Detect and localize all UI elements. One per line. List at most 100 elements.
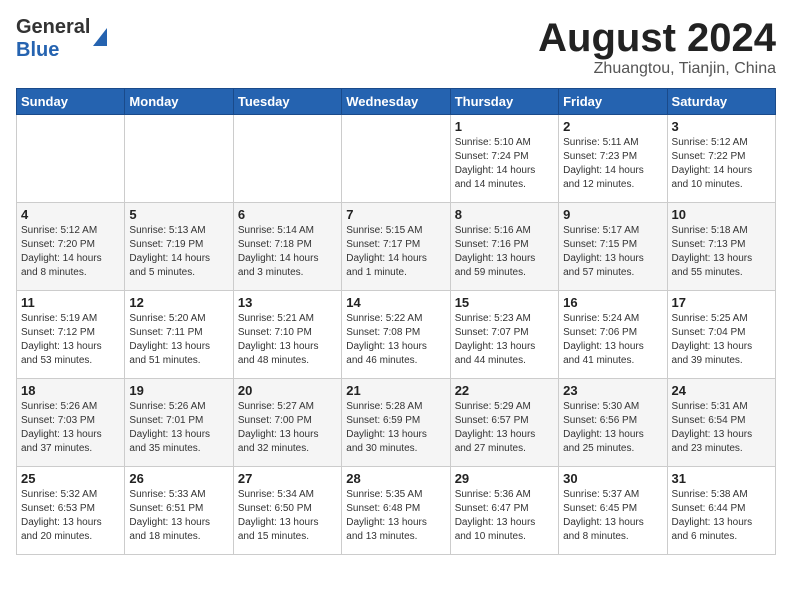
day-number: 10 bbox=[672, 207, 771, 222]
day-cell bbox=[233, 115, 341, 203]
calendar-table: SundayMondayTuesdayWednesdayThursdayFrid… bbox=[16, 88, 776, 555]
day-cell: 5 Sunrise: 5:13 AMSunset: 7:19 PMDaylight… bbox=[125, 203, 233, 291]
day-cell: 2Sunrise: 5:11 AMSunset: 7:23 PMDaylight… bbox=[559, 115, 667, 203]
day-number: 20 bbox=[238, 383, 337, 398]
day-number: 16 bbox=[563, 295, 662, 310]
calendar-header: SundayMondayTuesdayWednesdayThursdayFrid… bbox=[17, 89, 776, 115]
day-number: 26 bbox=[129, 471, 228, 486]
day-cell: 16 Sunrise: 5:24 AMSunset: 7:06 PMDayligh… bbox=[559, 291, 667, 379]
day-info: Sunrise: 5:26 AMSunset: 7:03 PMDaylight:… bbox=[21, 400, 120, 456]
day-info: Sunrise: 5:37 AMSunset: 6:45 PMDaylight:… bbox=[563, 488, 662, 544]
day-cell: 10 Sunrise: 5:18 AMSunset: 7:13 PMDayligh… bbox=[667, 203, 775, 291]
day-cell: 22 Sunrise: 5:29 AMSunset: 6:57 PMDayligh… bbox=[450, 379, 558, 467]
day-info: Sunrise: 5:19 AMSunset: 7:12 PMDaylight:… bbox=[21, 312, 120, 368]
day-number: 14 bbox=[346, 295, 445, 310]
day-info: Sunrise: 5:31 AMSunset: 6:54 PMDaylight:… bbox=[672, 400, 771, 456]
day-cell: 28 Sunrise: 5:35 AMSunset: 6:48 PMDayligh… bbox=[342, 467, 450, 555]
day-info: Sunrise: 5:34 AMSunset: 6:50 PMDaylight:… bbox=[238, 488, 337, 544]
day-number: 29 bbox=[455, 471, 554, 486]
day-number: 31 bbox=[672, 471, 771, 486]
day-info: Sunrise: 5:15 AMSunset: 7:17 PMDaylight:… bbox=[346, 224, 445, 280]
week-row-1: 1 Sunrise: 5:10 AMSunset: 7:24 PMDaylight… bbox=[17, 115, 776, 203]
day-info: Sunrise: 5:13 AMSunset: 7:19 PMDaylight:… bbox=[129, 224, 228, 280]
day-cell: 27Sunrise: 5:34 AMSunset: 6:50 PMDayligh… bbox=[233, 467, 341, 555]
day-cell: 30Sunrise: 5:37 AMSunset: 6:45 PMDayligh… bbox=[559, 467, 667, 555]
day-info: Sunrise: 5:12 AMSunset: 7:22 PMDaylight:… bbox=[672, 136, 771, 192]
day-info: Sunrise: 5:10 AMSunset: 7:24 PMDaylight:… bbox=[455, 136, 554, 192]
day-number: 12 bbox=[129, 295, 228, 310]
day-cell: 9Sunrise: 5:17 AMSunset: 7:15 PMDaylight… bbox=[559, 203, 667, 291]
day-cell: 4 Sunrise: 5:12 AMSunset: 7:20 PMDaylight… bbox=[17, 203, 125, 291]
logo-arrow-icon bbox=[93, 28, 107, 46]
logo: General Blue bbox=[16, 16, 107, 62]
calendar-title: August 2024 bbox=[538, 16, 776, 60]
day-info: Sunrise: 5:20 AMSunset: 7:11 PMDaylight:… bbox=[129, 312, 228, 368]
day-info: Sunrise: 5:29 AMSunset: 6:57 PMDaylight:… bbox=[455, 400, 554, 456]
header-cell-saturday: Saturday bbox=[667, 89, 775, 115]
title-section: August 2024 Zhuangtou, Tianjin, China bbox=[538, 16, 776, 78]
day-cell: 8 Sunrise: 5:16 AMSunset: 7:16 PMDaylight… bbox=[450, 203, 558, 291]
week-row-5: 25Sunrise: 5:32 AMSunset: 6:53 PMDayligh… bbox=[17, 467, 776, 555]
day-info: Sunrise: 5:14 AMSunset: 7:18 PMDaylight:… bbox=[238, 224, 337, 280]
day-number: 1 bbox=[455, 119, 554, 134]
day-cell: 31 Sunrise: 5:38 AMSunset: 6:44 PMDayligh… bbox=[667, 467, 775, 555]
day-number: 7 bbox=[346, 207, 445, 222]
day-info: Sunrise: 5:16 AMSunset: 7:16 PMDaylight:… bbox=[455, 224, 554, 280]
day-info: Sunrise: 5:22 AMSunset: 7:08 PMDaylight:… bbox=[346, 312, 445, 368]
day-cell: 19 Sunrise: 5:26 AMSunset: 7:01 PMDayligh… bbox=[125, 379, 233, 467]
logo-blue: Blue bbox=[16, 39, 90, 62]
day-number: 5 bbox=[129, 207, 228, 222]
day-info: Sunrise: 5:33 AMSunset: 6:51 PMDaylight:… bbox=[129, 488, 228, 544]
logo-name: General Blue bbox=[16, 16, 90, 62]
day-number: 9 bbox=[563, 207, 662, 222]
day-number: 8 bbox=[455, 207, 554, 222]
week-row-4: 18Sunrise: 5:26 AMSunset: 7:03 PMDayligh… bbox=[17, 379, 776, 467]
header-row: SundayMondayTuesdayWednesdayThursdayFrid… bbox=[17, 89, 776, 115]
day-number: 17 bbox=[672, 295, 771, 310]
day-info: Sunrise: 5:24 AMSunset: 7:06 PMDaylight:… bbox=[563, 312, 662, 368]
day-info: Sunrise: 5:38 AMSunset: 6:44 PMDaylight:… bbox=[672, 488, 771, 544]
day-info: Sunrise: 5:28 AMSunset: 6:59 PMDaylight:… bbox=[346, 400, 445, 456]
day-number: 24 bbox=[672, 383, 771, 398]
header-cell-monday: Monday bbox=[125, 89, 233, 115]
day-number: 11 bbox=[21, 295, 120, 310]
day-info: Sunrise: 5:30 AMSunset: 6:56 PMDaylight:… bbox=[563, 400, 662, 456]
day-number: 13 bbox=[238, 295, 337, 310]
day-cell: 3Sunrise: 5:12 AMSunset: 7:22 PMDaylight… bbox=[667, 115, 775, 203]
header-cell-thursday: Thursday bbox=[450, 89, 558, 115]
day-number: 6 bbox=[238, 207, 337, 222]
day-cell: 20 Sunrise: 5:27 AMSunset: 7:00 PMDayligh… bbox=[233, 379, 341, 467]
day-number: 4 bbox=[21, 207, 120, 222]
page-header: General Blue August 2024 Zhuangtou, Tian… bbox=[16, 16, 776, 78]
day-number: 22 bbox=[455, 383, 554, 398]
day-cell: 6 Sunrise: 5:14 AMSunset: 7:18 PMDaylight… bbox=[233, 203, 341, 291]
day-number: 28 bbox=[346, 471, 445, 486]
day-info: Sunrise: 5:27 AMSunset: 7:00 PMDaylight:… bbox=[238, 400, 337, 456]
header-cell-friday: Friday bbox=[559, 89, 667, 115]
day-info: Sunrise: 5:35 AMSunset: 6:48 PMDaylight:… bbox=[346, 488, 445, 544]
week-row-3: 11 Sunrise: 5:19 AMSunset: 7:12 PMDayligh… bbox=[17, 291, 776, 379]
header-cell-wednesday: Wednesday bbox=[342, 89, 450, 115]
logo-general: General bbox=[16, 16, 90, 39]
day-cell: 21 Sunrise: 5:28 AMSunset: 6:59 PMDayligh… bbox=[342, 379, 450, 467]
day-info: Sunrise: 5:25 AMSunset: 7:04 PMDaylight:… bbox=[672, 312, 771, 368]
day-info: Sunrise: 5:18 AMSunset: 7:13 PMDaylight:… bbox=[672, 224, 771, 280]
day-cell: 11 Sunrise: 5:19 AMSunset: 7:12 PMDayligh… bbox=[17, 291, 125, 379]
day-cell bbox=[17, 115, 125, 203]
day-number: 15 bbox=[455, 295, 554, 310]
day-cell: 18Sunrise: 5:26 AMSunset: 7:03 PMDayligh… bbox=[17, 379, 125, 467]
day-info: Sunrise: 5:36 AMSunset: 6:47 PMDaylight:… bbox=[455, 488, 554, 544]
day-cell: 24 Sunrise: 5:31 AMSunset: 6:54 PMDayligh… bbox=[667, 379, 775, 467]
day-number: 21 bbox=[346, 383, 445, 398]
day-info: Sunrise: 5:26 AMSunset: 7:01 PMDaylight:… bbox=[129, 400, 228, 456]
day-number: 19 bbox=[129, 383, 228, 398]
day-cell bbox=[342, 115, 450, 203]
header-cell-tuesday: Tuesday bbox=[233, 89, 341, 115]
day-cell bbox=[125, 115, 233, 203]
day-info: Sunrise: 5:12 AMSunset: 7:20 PMDaylight:… bbox=[21, 224, 120, 280]
day-cell: 1 Sunrise: 5:10 AMSunset: 7:24 PMDaylight… bbox=[450, 115, 558, 203]
day-cell: 14 Sunrise: 5:22 AMSunset: 7:08 PMDayligh… bbox=[342, 291, 450, 379]
day-number: 2 bbox=[563, 119, 662, 134]
day-cell: 12 Sunrise: 5:20 AMSunset: 7:11 PMDayligh… bbox=[125, 291, 233, 379]
day-cell: 13Sunrise: 5:21 AMSunset: 7:10 PMDayligh… bbox=[233, 291, 341, 379]
